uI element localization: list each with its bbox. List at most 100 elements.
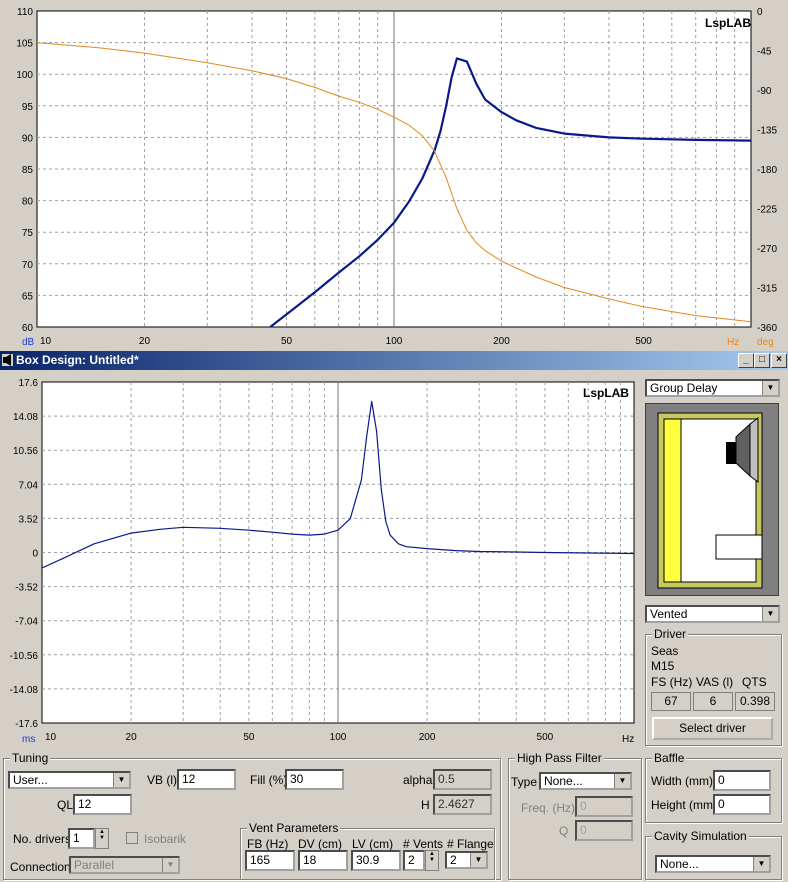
baffle-width-input[interactable]: 0: [713, 770, 771, 791]
connection-select[interactable]: Parallel ▼: [69, 856, 180, 874]
vents-stepper[interactable]: ▲ ▼: [425, 850, 439, 871]
y2-tick-label: -360: [757, 323, 777, 334]
box-type-value: Vented: [650, 607, 688, 621]
chevron-down-icon[interactable]: ▼: [162, 858, 178, 872]
group-delay-chart: -17.6 -14.08 -10.56 -7.04 -3.52 0 3.52 7.04 10.5…: [0, 370, 640, 750]
hpf-q-label: Q: [559, 824, 569, 838]
lv-label: LV (cm): [352, 837, 394, 851]
response-type-value: Group Delay: [650, 381, 718, 395]
flange-label: # Flange: [447, 837, 494, 851]
ql-input[interactable]: 12: [73, 794, 132, 815]
baffle-width-label: Width (mm): [651, 774, 713, 788]
y-tick-label: 60: [22, 323, 34, 334]
x-tick-label: 500: [635, 336, 652, 347]
y-tick-label: -14.08: [10, 685, 39, 696]
qts-label: QTS: [742, 675, 767, 689]
window-title-bar[interactable]: Box Design: Untitled* _ □ ×: [0, 351, 788, 370]
x-tick-label: 10: [45, 732, 57, 743]
isobarik-checkbox[interactable]: [126, 832, 138, 844]
driver-group-title: Driver: [652, 627, 688, 641]
chevron-down-icon[interactable]: ▼: [470, 853, 486, 867]
tuning-mode-select[interactable]: User... ▼: [8, 771, 131, 789]
hpf-type-value: None...: [544, 774, 583, 788]
cavity-simulation-value: None...: [660, 857, 699, 871]
x-unit-label: Hz: [622, 734, 634, 745]
y-tick-label: 110: [17, 7, 33, 18]
vb-label: VB (l): [147, 773, 177, 787]
box-diagram: [645, 403, 779, 596]
lv-input[interactable]: 30.9: [351, 850, 401, 871]
lsplab-watermark: LspLAB: [705, 16, 751, 30]
lsplab-watermark: LspLAB: [583, 386, 629, 400]
hpf-q-input[interactable]: 0: [575, 820, 633, 841]
vents-input[interactable]: 2: [403, 850, 425, 871]
flange-select[interactable]: 2 ▼: [445, 851, 488, 869]
vb-input[interactable]: 12: [177, 769, 236, 790]
y2-tick-label: -270: [757, 244, 777, 255]
fill-label: Fill (%): [250, 773, 288, 787]
baffle-height-label: Height (mm): [651, 798, 718, 812]
y-tick-label: 70: [22, 260, 34, 271]
chevron-down-icon[interactable]: ▼: [113, 773, 129, 787]
y-tick-label: 105: [16, 39, 33, 50]
x-tick-label: 100: [330, 732, 347, 743]
no-drivers-label: No. drivers: [13, 832, 72, 846]
x-tick-label: 50: [281, 336, 293, 347]
window-title: Box Design: Untitled*: [16, 353, 139, 367]
y-tick-label: -17.6: [15, 719, 38, 730]
x-tick-label: 20: [139, 336, 151, 347]
chevron-down-icon[interactable]: ▼: [762, 607, 778, 621]
y2-tick-label: -90: [757, 86, 772, 97]
maximize-button[interactable]: □: [754, 353, 770, 368]
response-type-select[interactable]: Group Delay ▼: [645, 379, 780, 397]
x-tick-label: 200: [419, 732, 436, 743]
y-tick-label: 7.04: [19, 480, 39, 491]
high-pass-filter-title: High Pass Filter: [515, 751, 604, 765]
y-tick-label: 95: [22, 102, 34, 113]
h-value: 2.4627: [433, 794, 492, 815]
y2-tick-label: -225: [757, 205, 777, 216]
baffle-height-input[interactable]: 0: [713, 794, 771, 815]
y-tick-label: -7.04: [15, 617, 38, 628]
no-drivers-input[interactable]: 1: [68, 828, 95, 849]
hpf-freq-input[interactable]: 0: [575, 796, 633, 817]
x-tick-label: 100: [386, 336, 403, 347]
vas-label: VAS (l): [696, 675, 734, 689]
isobarik-label: Isobarik: [144, 832, 187, 846]
y2-tick-label: -45: [757, 47, 772, 58]
cavity-simulation-title: Cavity Simulation: [652, 829, 749, 843]
y-tick-label: 90: [22, 133, 34, 144]
box-type-select[interactable]: Vented ▼: [645, 605, 780, 623]
spl-phase-chart: 60 65 70 75 80 85 90 95 100 105 110 10 20 50 100 200 500…: [0, 0, 788, 350]
chevron-down-icon[interactable]: ▼: [753, 857, 769, 871]
chevron-down-icon[interactable]: ▼: [762, 381, 778, 395]
chevron-down-icon[interactable]: ▼: [614, 774, 630, 788]
fb-label: FB (Hz): [247, 837, 289, 851]
y-tick-label: 85: [22, 165, 34, 176]
y-tick-label: 10.56: [13, 446, 38, 457]
x-unit-label: Hz: [727, 337, 739, 348]
cavity-simulation-select[interactable]: None... ▼: [655, 855, 771, 873]
fb-input[interactable]: 165: [245, 850, 295, 871]
fill-input[interactable]: 30: [285, 769, 344, 790]
y-tick-label: 75: [22, 228, 34, 239]
fs-value: 67: [651, 692, 691, 711]
y-tick-label: 0: [32, 549, 38, 560]
connection-value: Parallel: [74, 858, 115, 872]
x-tick-label: 200: [493, 336, 510, 347]
y-unit-label: ms: [22, 734, 35, 745]
y2-tick-label: -315: [757, 284, 777, 295]
no-drivers-stepper[interactable]: ▲ ▼: [95, 828, 109, 849]
y2-tick-label: -180: [757, 165, 777, 176]
select-driver-button[interactable]: Select driver: [652, 717, 773, 740]
close-button[interactable]: ×: [771, 353, 787, 368]
y2-tick-label: 0: [757, 7, 763, 18]
y-tick-label: 65: [22, 291, 34, 302]
y2-unit-label: deg: [757, 337, 774, 348]
y-tick-label: 100: [16, 70, 33, 81]
y-tick-label: 80: [22, 197, 34, 208]
dv-input[interactable]: 18: [298, 850, 348, 871]
minimize-button[interactable]: _: [738, 353, 754, 368]
hpf-type-select[interactable]: None... ▼: [539, 772, 632, 790]
vent-parameters-title: Vent Parameters: [247, 821, 341, 835]
